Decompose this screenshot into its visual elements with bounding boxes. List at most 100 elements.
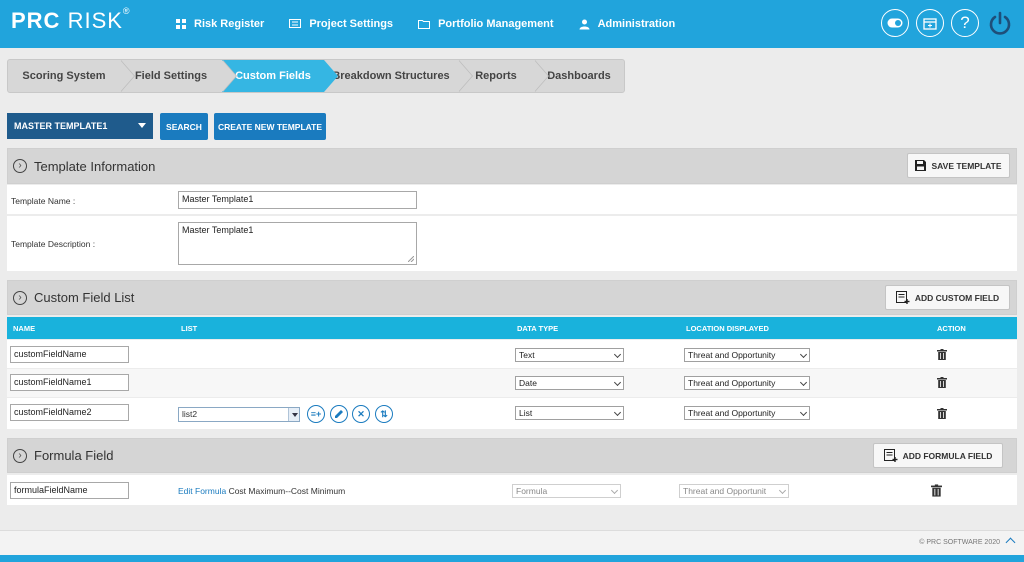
trash-icon[interactable] — [937, 408, 947, 419]
template-description-textarea[interactable]: Master Template1 — [178, 222, 417, 265]
chevron-right-icon[interactable]: › — [13, 159, 27, 173]
add-list-item-icon[interactable]: ≡+ — [307, 405, 325, 423]
select-value: Date — [519, 378, 537, 388]
custom-field-name-input[interactable]: customFieldName — [10, 346, 129, 363]
tab-custom-fields[interactable]: Custom Fields — [222, 60, 338, 92]
search-button[interactable]: SEARCH — [160, 113, 208, 140]
button-label: ADD CUSTOM FIELD — [914, 292, 1000, 303]
nav-project-settings[interactable]: Project Settings — [289, 18, 393, 30]
location-select[interactable]: Threat and Opportunity — [684, 348, 810, 362]
logo-registered: ® — [122, 6, 131, 16]
data-type-select-disabled: Formula — [512, 484, 621, 498]
toggle-icon[interactable] — [881, 9, 909, 37]
chevron-down-icon — [799, 378, 808, 387]
template-select[interactable]: MASTER TEMPLATE1 — [7, 113, 153, 139]
template-name-input[interactable]: Master Template1 — [178, 191, 417, 209]
formula-field-name-input[interactable]: formulaFieldName — [10, 482, 129, 499]
tab-label: Scoring System — [22, 70, 106, 82]
tab-breakdown-structures[interactable]: Breakdown Structures — [324, 60, 473, 92]
breadcrumb-tabs: Scoring System Field Settings Custom Fie… — [7, 59, 625, 93]
table-row — [7, 369, 1017, 397]
template-name-label: Template Name : — [11, 196, 76, 206]
select-value: Threat and Opportunity — [688, 350, 776, 360]
chevron-right-icon[interactable]: › — [13, 448, 27, 463]
nav-label: Administration — [597, 18, 676, 30]
data-type-select[interactable]: List — [515, 406, 624, 420]
section-title: Custom Field List — [34, 290, 135, 305]
remove-icon[interactable]: ✕ — [352, 405, 370, 423]
select-value: Formula — [516, 486, 548, 496]
column-header-action: ACTION — [937, 324, 966, 333]
select-value: list2 — [182, 409, 198, 419]
save-icon — [915, 160, 927, 171]
nav-administration[interactable]: Administration — [579, 18, 676, 30]
formula-text: Edit Formula Cost Maximum--Cost Minimum — [178, 486, 345, 496]
nav-risk-register[interactable]: Risk Register — [176, 18, 264, 30]
template-name-row: Template Name : — [7, 185, 1017, 214]
resize-handle-icon[interactable] — [408, 256, 414, 262]
tab-label: Dashboards — [547, 70, 611, 82]
template-select-value: MASTER TEMPLATE1 — [14, 121, 108, 131]
add-custom-field-button[interactable]: ADD CUSTOM FIELD — [885, 285, 1010, 310]
column-header-location: LOCATION DISPLAYED — [686, 324, 769, 333]
location-select[interactable]: Threat and Opportunity — [684, 376, 810, 390]
caret-down-icon — [138, 123, 146, 128]
trash-icon[interactable] — [937, 377, 947, 388]
tab-label: Custom Fields — [235, 70, 311, 82]
copyright-text: © PRC SOFTWARE 2020 — [919, 539, 1000, 546]
custom-field-table-header: NAME LIST DATA TYPE LOCATION DISPLAYED A… — [7, 317, 1017, 339]
tab-scoring-system[interactable]: Scoring System — [8, 60, 135, 92]
template-info-header: › Template Information — [7, 148, 1017, 184]
user-icon — [579, 19, 590, 29]
chevron-down-icon — [610, 486, 619, 495]
chevron-down-icon — [799, 350, 808, 359]
add-formula-field-button[interactable]: ADD FORMULA FIELD — [873, 443, 1003, 468]
select-value: Text — [519, 350, 535, 360]
table-row — [7, 398, 1017, 429]
section-title: Template Information — [34, 158, 156, 174]
column-header-list: LIST — [181, 324, 198, 333]
textarea-value: Master Template1 — [182, 225, 254, 235]
nav-label: Project Settings — [309, 18, 394, 30]
trash-icon[interactable] — [931, 484, 942, 497]
custom-field-list-header: › Custom Field List — [7, 280, 1017, 315]
chevron-down-icon — [613, 378, 622, 387]
location-select-disabled: Threat and Opportunit — [679, 484, 789, 498]
bottom-bar — [0, 555, 1024, 562]
data-type-select[interactable]: Text — [515, 348, 624, 362]
chevron-down-icon — [613, 350, 622, 359]
help-icon[interactable]: ? — [951, 9, 979, 37]
nav-label: Portfolio Management — [438, 18, 554, 30]
logo[interactable]: PRC RISK® — [11, 6, 131, 34]
footer — [0, 530, 1024, 555]
create-new-template-button[interactable]: CREATE NEW TEMPLATE — [214, 113, 326, 140]
formula-expression: Cost Maximum--Cost Minimum — [228, 486, 346, 496]
power-icon[interactable] — [986, 9, 1014, 37]
list-select[interactable]: list2 — [178, 407, 300, 422]
select-value: Threat and Opportunity — [688, 408, 776, 418]
column-header-data-type: DATA TYPE — [517, 324, 559, 333]
nav-label: Risk Register — [194, 18, 265, 30]
trash-icon[interactable] — [937, 349, 947, 360]
table-row — [7, 340, 1017, 368]
custom-field-name-input[interactable]: customFieldName1 — [10, 374, 129, 391]
caret-down-icon — [288, 408, 299, 421]
select-value: Threat and Opportunity — [688, 378, 776, 388]
formula-field-header: › Formula Field — [7, 438, 1017, 473]
edit-icon[interactable] — [330, 405, 348, 423]
custom-field-name-input[interactable]: customFieldName2 — [10, 404, 129, 421]
edit-formula-link[interactable]: Edit Formula — [178, 486, 226, 496]
main-nav: Risk Register Project Settings Portfolio… — [176, 0, 700, 48]
sort-icon[interactable]: ⇅ — [375, 405, 393, 423]
data-type-select[interactable]: Date — [515, 376, 624, 390]
save-template-button[interactable]: SAVE TEMPLATE — [907, 153, 1010, 178]
calendar-icon[interactable] — [916, 9, 944, 37]
chevron-down-icon — [799, 408, 808, 417]
tab-field-settings[interactable]: Field Settings — [120, 60, 237, 92]
chevron-right-icon[interactable]: › — [13, 290, 27, 305]
folder-icon — [418, 20, 431, 29]
nav-portfolio-management[interactable]: Portfolio Management — [418, 18, 554, 30]
logo-light: RISK — [60, 8, 123, 33]
settings-panel-icon — [289, 19, 302, 28]
location-select[interactable]: Threat and Opportunity — [684, 406, 810, 420]
